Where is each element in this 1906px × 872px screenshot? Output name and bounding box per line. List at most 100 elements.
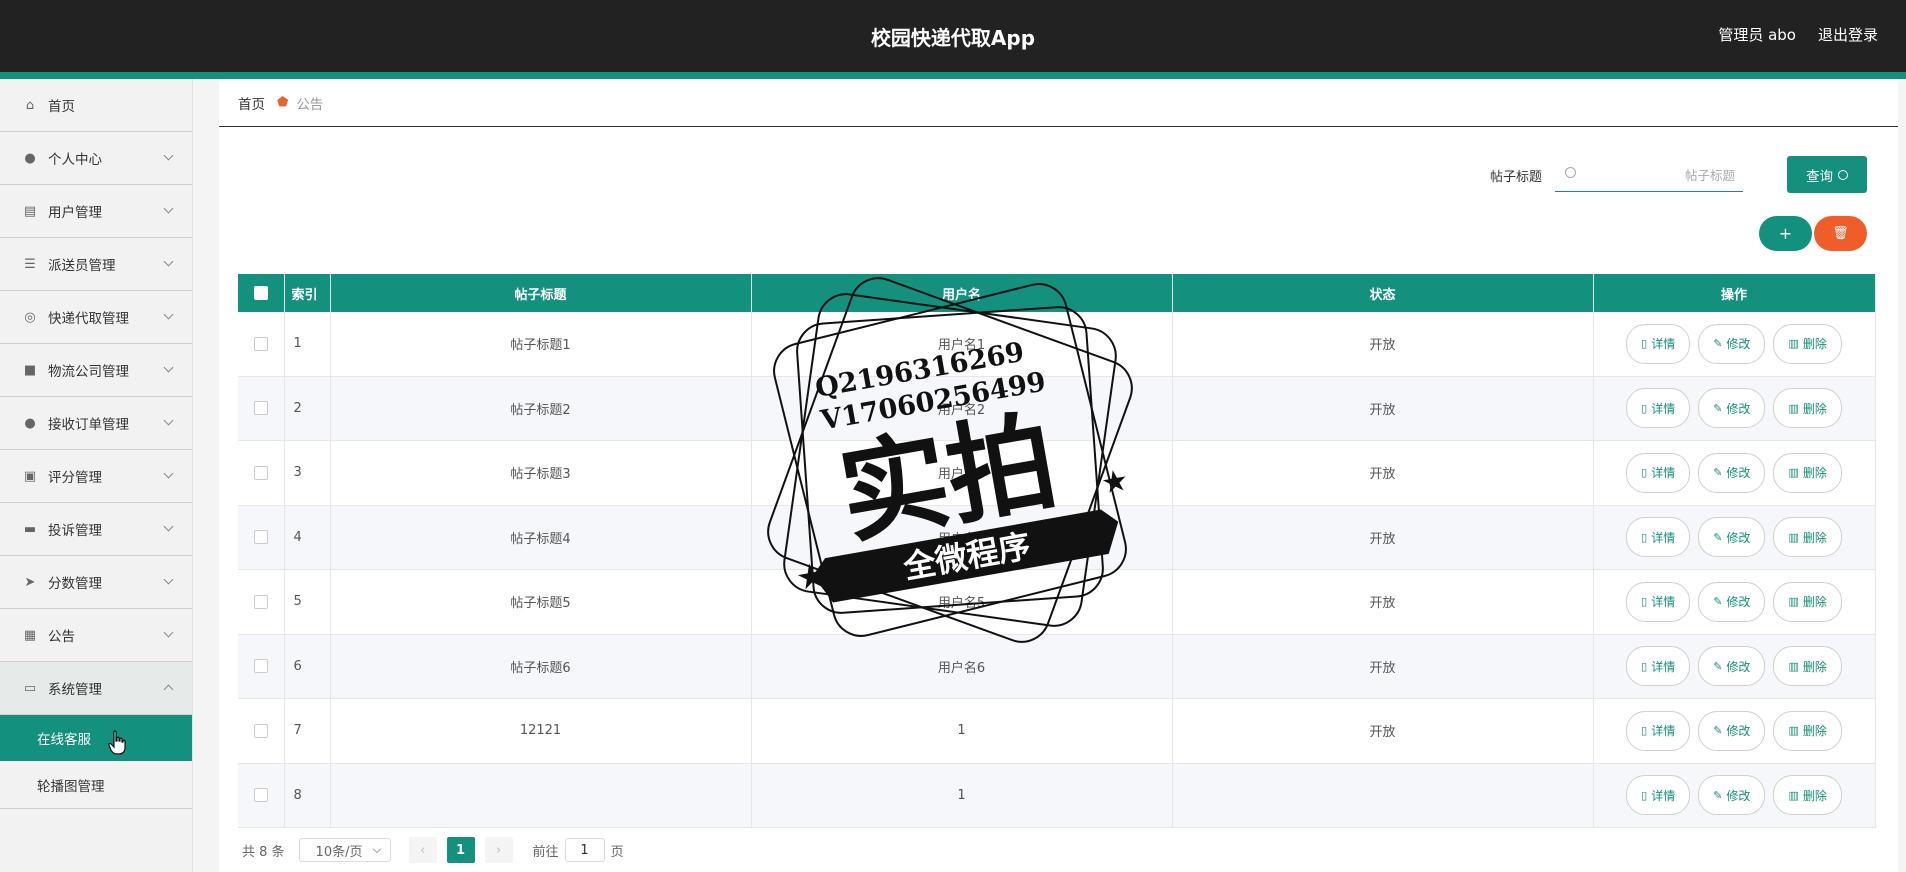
pagination-total: 共 8 条 [242,844,285,860]
row-checkbox[interactable] [253,594,268,609]
row-checkbox[interactable] [253,401,268,416]
row-actions: ▯ 详情 ✎ 修改 ▥ 删除 [1594,646,1875,687]
row-checkbox[interactable] [253,723,268,738]
delete-button[interactable]: ▥ 删除 [1773,517,1842,558]
sidebar-item-home[interactable]: ⌂ 首页 [0,79,192,132]
breadcrumb-home[interactable]: 首页 [238,93,265,113]
briefcase-icon: ■ [23,362,37,378]
top-header-bar: 校园快递代取App 管理员 abo 退出登录 [0,0,1906,72]
sidebar-item-label: 系统管理 [48,682,102,698]
cell-title: 帖子标题2 [330,376,752,441]
row-checkbox[interactable] [253,659,268,674]
trash-icon: ▥ [1788,724,1799,738]
cell-username: 用户名4 [751,505,1173,570]
logout-link[interactable]: 退出登录 [1818,24,1878,45]
prev-page-button[interactable]: ‹ [408,837,437,863]
detail-button[interactable]: ▯ 详情 [1626,323,1691,364]
chevron-down-icon [163,362,174,373]
sidebar-item-users[interactable]: ▤ 用户管理 [0,185,192,238]
row-checkbox[interactable] [253,530,268,545]
goto-page-input[interactable] [564,838,605,862]
add-button[interactable]: + [1759,216,1812,251]
sidebar-item-logistics[interactable]: ■ 物流公司管理 [0,344,192,397]
list-icon: ☰ [24,256,36,272]
sidebar-item-announcements[interactable]: ▦ 公告 [0,609,192,662]
hand-pointer-cursor-icon [108,730,126,755]
edit-button[interactable]: ✎ 修改 [1698,452,1766,493]
sidebar-item-complaints[interactable]: ▬ 投诉管理 [0,503,192,556]
query-button-label: 查询 [1806,168,1833,185]
pencil-icon: ✎ [1713,724,1723,738]
edit-button[interactable]: ✎ 修改 [1698,775,1766,816]
sidebar-subitem-online-service[interactable]: 在线客服 [0,715,192,761]
cell-index: 5 [284,569,331,635]
detail-button[interactable]: ▯ 详情 [1626,452,1691,493]
detail-button[interactable]: ▯ 详情 [1626,646,1691,687]
trash-icon: ▥ [1788,530,1799,544]
query-button[interactable]: 查询 [1787,156,1867,193]
table-row: 4 帖子标题4 用户名4 开放 ▯ 详情 ✎ 修改 ▥ 删除 [238,505,1876,570]
search-icon [1565,167,1576,178]
edit-button[interactable]: ✎ 修改 [1698,710,1766,751]
row-actions: ▯ 详情 ✎ 修改 ▥ 删除 [1594,775,1875,816]
edit-label: 修改 [1726,337,1751,352]
home-icon: ⌂ [25,97,35,113]
edit-button[interactable]: ✎ 修改 [1698,646,1766,687]
document-icon: ▯ [1641,337,1648,351]
detail-button[interactable]: ▯ 详情 [1626,581,1691,622]
detail-button[interactable]: ▯ 详情 [1626,388,1691,429]
next-page-button[interactable]: › [484,837,513,863]
sidebar-item-profile[interactable]: ● 个人中心 [0,132,192,185]
delete-button[interactable]: ▥ 删除 [1773,710,1842,751]
trash-icon: ▥ [1788,659,1799,673]
edit-button[interactable]: ✎ 修改 [1698,323,1766,364]
breadcrumb-separator-icon: ⬟ [277,95,289,110]
select-all-checkbox[interactable] [253,286,268,300]
cell-title: 帖子标题3 [330,440,752,506]
delete-button[interactable]: ▥ 删除 [1773,581,1842,622]
delete-label: 删除 [1802,466,1827,481]
monitor-icon: ▭ [23,680,37,696]
delete-button[interactable]: ▥ 删除 [1773,323,1842,364]
cell-username: 用户名6 [751,634,1173,699]
sidebar-item-system[interactable]: ▭ 系统管理 [0,662,192,715]
chevron-up-icon [163,684,174,695]
sidebar-item-orders[interactable]: ● 接收订单管理 [0,397,192,450]
sidebar-item-couriers[interactable]: ☰ 派送员管理 [0,238,192,291]
cell-title: 帖子标题6 [330,634,752,699]
row-checkbox[interactable] [253,788,268,803]
row-actions: ▯ 详情 ✎ 修改 ▥ 删除 [1594,581,1875,622]
page-number-current[interactable]: 1 [446,837,475,863]
search-input[interactable] [1583,158,1737,192]
row-checkbox[interactable] [253,336,268,351]
delete-button[interactable]: ▥ 删除 [1773,388,1842,429]
sidebar-item-ratings[interactable]: ▣ 评分管理 [0,450,192,503]
detail-button[interactable]: ▯ 详情 [1626,517,1691,558]
sidebar-item-pickup[interactable]: ◎ 快递代取管理 [0,291,192,344]
delete-button[interactable]: ▥ 删除 [1773,646,1842,687]
delete-button[interactable]: ▥ 删除 [1773,452,1842,493]
row-checkbox[interactable] [253,465,268,480]
sidebar-item-label: 快递代取管理 [48,311,129,327]
page-size-select[interactable]: 10条/页 [298,838,391,862]
sidebar-subitem-carousel[interactable]: 轮播图管理 [0,761,192,809]
edit-button[interactable]: ✎ 修改 [1698,581,1766,622]
admin-user-label[interactable]: 管理员 abo [1718,24,1796,45]
delete-label: 删除 [1802,595,1827,610]
sidebar-item-scores[interactable]: ➤ 分数管理 [0,556,192,609]
edit-button[interactable]: ✎ 修改 [1698,517,1766,558]
chevron-down-icon [163,468,174,479]
batch-delete-button[interactable]: 🗑 [1814,216,1867,251]
table-row: 7 12121 1 开放 ▯ 详情 ✎ 修改 ▥ 删除 [238,698,1876,764]
delete-button[interactable]: ▥ 删除 [1773,775,1842,816]
edit-button[interactable]: ✎ 修改 [1698,388,1766,429]
trash-icon: ▥ [1788,788,1799,802]
detail-button[interactable]: ▯ 详情 [1626,775,1691,816]
cell-status: 开放 [1172,312,1594,377]
cell-title [330,763,752,828]
detail-label: 详情 [1651,595,1676,610]
cell-index: 3 [284,440,331,506]
detail-button[interactable]: ▯ 详情 [1626,710,1691,751]
announcement-table: 索引 帖子标题 用户名 状态 操作 1 帖子标题1 用户名1 开放 ▯ 详情 ✎ 修改 ▥ 删除 2… [238,274,1876,828]
cell-actions: ▯ 详情 ✎ 修改 ▥ 删除 [1593,698,1876,764]
